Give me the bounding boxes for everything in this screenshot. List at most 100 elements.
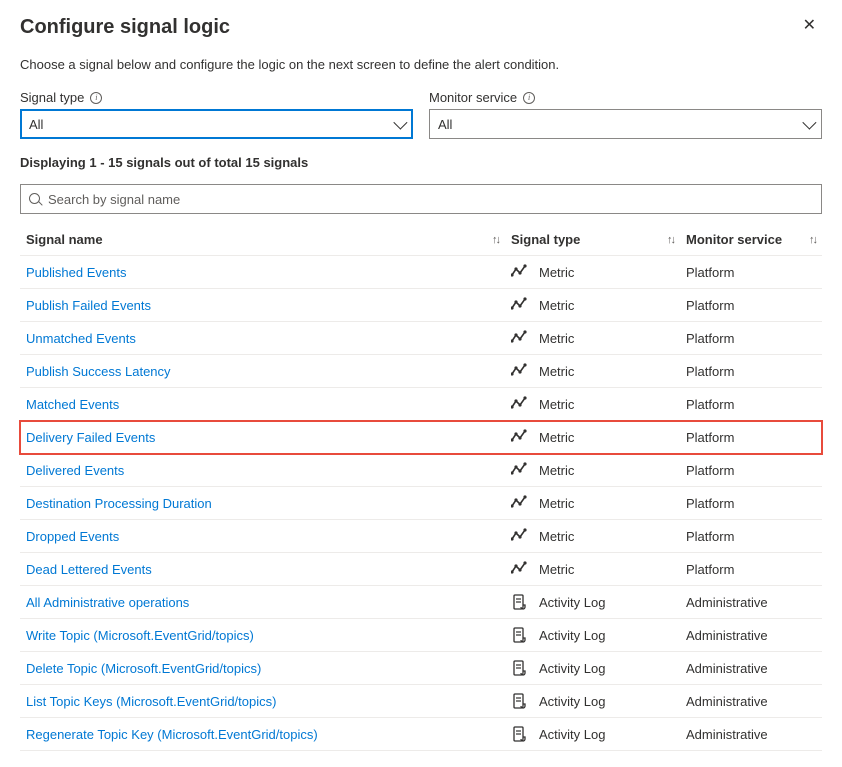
sort-icon[interactable]: ↑↓ (809, 234, 816, 246)
table-row[interactable]: Write Topic (Microsoft.EventGrid/topics)… (20, 619, 822, 652)
monitor-service-text: Platform (680, 256, 822, 289)
sort-icon[interactable]: ↑↓ (667, 234, 674, 246)
signal-type-text: Activity Log (539, 727, 605, 742)
signal-type-text: Metric (539, 430, 574, 445)
col-header-signal-type[interactable]: Signal type ↑↓ (505, 224, 680, 256)
monitor-service-text: Platform (680, 487, 822, 520)
table-row[interactable]: Dead Lettered Events Metric Platform (20, 553, 822, 586)
monitor-service-text: Administrative (680, 619, 822, 652)
signal-link[interactable]: Delivered Events (26, 463, 124, 478)
table-row[interactable]: List Topic Keys (Microsoft.EventGrid/top… (20, 685, 822, 718)
chevron-down-icon (802, 116, 816, 130)
activity-log-icon (511, 693, 527, 709)
search-input[interactable] (48, 192, 813, 207)
table-row[interactable]: Published Events Metric Platform (20, 256, 822, 289)
signal-type-text: Activity Log (539, 595, 605, 610)
signal-type-text: Metric (539, 496, 574, 511)
signal-type-text: Metric (539, 397, 574, 412)
signal-type-text: Metric (539, 562, 574, 577)
monitor-service-label: Monitor service (429, 90, 517, 105)
activity-log-icon (511, 627, 527, 643)
signal-link[interactable]: Regenerate Topic Key (Microsoft.EventGri… (26, 727, 318, 742)
monitor-service-text: Administrative (680, 685, 822, 718)
table-row[interactable]: Publish Failed Events Metric Platform (20, 289, 822, 322)
metric-icon (511, 297, 527, 313)
monitor-service-text: Administrative (680, 586, 822, 619)
metric-icon (511, 561, 527, 577)
activity-log-icon (511, 726, 527, 742)
signal-link[interactable]: Write Topic (Microsoft.EventGrid/topics) (26, 628, 254, 643)
monitor-service-text: Platform (680, 322, 822, 355)
monitor-service-text: Platform (680, 355, 822, 388)
signal-link[interactable]: Dead Lettered Events (26, 562, 152, 577)
table-row[interactable]: Unmatched Events Metric Platform (20, 322, 822, 355)
result-count: Displaying 1 - 15 signals out of total 1… (20, 155, 822, 170)
metric-icon (511, 528, 527, 544)
col-header-monitor-service[interactable]: Monitor service ↑↓ (680, 224, 822, 256)
signal-type-text: Activity Log (539, 661, 605, 676)
activity-log-icon (511, 660, 527, 676)
signal-type-text: Activity Log (539, 694, 605, 709)
monitor-service-text: Platform (680, 553, 822, 586)
metric-icon (511, 462, 527, 478)
signal-link[interactable]: Delivery Failed Events (26, 430, 155, 445)
table-row[interactable]: Destination Processing Duration Metric Pla… (20, 487, 822, 520)
metric-icon (511, 396, 527, 412)
monitor-service-text: Platform (680, 421, 822, 454)
signal-link[interactable]: Destination Processing Duration (26, 496, 212, 511)
signal-link[interactable]: List Topic Keys (Microsoft.EventGrid/top… (26, 694, 276, 709)
signal-link[interactable]: Publish Failed Events (26, 298, 151, 313)
signal-link[interactable]: Unmatched Events (26, 331, 136, 346)
monitor-service-text: Administrative (680, 652, 822, 685)
panel-title: Configure signal logic (20, 16, 230, 39)
metric-icon (511, 363, 527, 379)
activity-log-icon (511, 594, 527, 610)
col-header-monitor-service-label: Monitor service (686, 232, 782, 247)
sort-icon[interactable]: ↑↓ (492, 234, 499, 246)
signals-table: Signal name ↑↓ Signal type ↑↓ Monitor se… (20, 224, 822, 751)
table-row[interactable]: Publish Success Latency Metric Platform (20, 355, 822, 388)
signal-type-text: Metric (539, 364, 574, 379)
panel-subtitle: Choose a signal below and configure the … (20, 57, 822, 72)
search-box[interactable] (20, 184, 822, 214)
metric-icon (511, 330, 527, 346)
monitor-service-text: Platform (680, 289, 822, 322)
signal-type-select[interactable]: All (20, 109, 413, 139)
table-row[interactable]: Regenerate Topic Key (Microsoft.EventGri… (20, 718, 822, 751)
signal-link[interactable]: Matched Events (26, 397, 119, 412)
monitor-service-text: Platform (680, 520, 822, 553)
metric-icon (511, 495, 527, 511)
monitor-service-text: Platform (680, 388, 822, 421)
signal-link[interactable]: Published Events (26, 265, 126, 280)
metric-icon (511, 264, 527, 280)
signal-link[interactable]: Dropped Events (26, 529, 119, 544)
monitor-service-value: All (438, 117, 452, 132)
signal-type-value: All (29, 117, 43, 132)
table-row[interactable]: Matched Events Metric Platform (20, 388, 822, 421)
table-row[interactable]: Dropped EventsMetricPlatform (20, 520, 822, 553)
monitor-service-select[interactable]: All (429, 109, 822, 139)
signal-type-label: Signal type (20, 90, 84, 105)
signal-type-text: Metric (539, 463, 574, 478)
table-row[interactable]: All Administrative operations Activity Lo… (20, 586, 822, 619)
signal-type-text: Activity Log (539, 628, 605, 643)
close-button[interactable]: ✕ (797, 16, 822, 36)
info-icon[interactable]: i (523, 92, 535, 104)
signal-link[interactable]: Publish Success Latency (26, 364, 171, 379)
col-header-signal-type-label: Signal type (511, 232, 580, 247)
table-row[interactable]: Delivery Failed Events Metric Platform (20, 421, 822, 454)
signal-link[interactable]: Delete Topic (Microsoft.EventGrid/topics… (26, 661, 261, 676)
info-icon[interactable]: i (90, 92, 102, 104)
col-header-signal-name[interactable]: Signal name ↑↓ (20, 224, 505, 256)
signal-link[interactable]: All Administrative operations (26, 595, 189, 610)
signal-type-text: Metric (539, 331, 574, 346)
table-row[interactable]: Delete Topic (Microsoft.EventGrid/topics… (20, 652, 822, 685)
search-icon (29, 193, 42, 206)
signal-type-text: Metric (539, 298, 574, 313)
monitor-service-text: Platform (680, 454, 822, 487)
monitor-service-text: Administrative (680, 718, 822, 751)
chevron-down-icon (393, 116, 407, 130)
table-row[interactable]: Delivered Events Metric Platform (20, 454, 822, 487)
col-header-signal-name-label: Signal name (26, 232, 103, 247)
signal-type-text: Metric (539, 265, 574, 280)
